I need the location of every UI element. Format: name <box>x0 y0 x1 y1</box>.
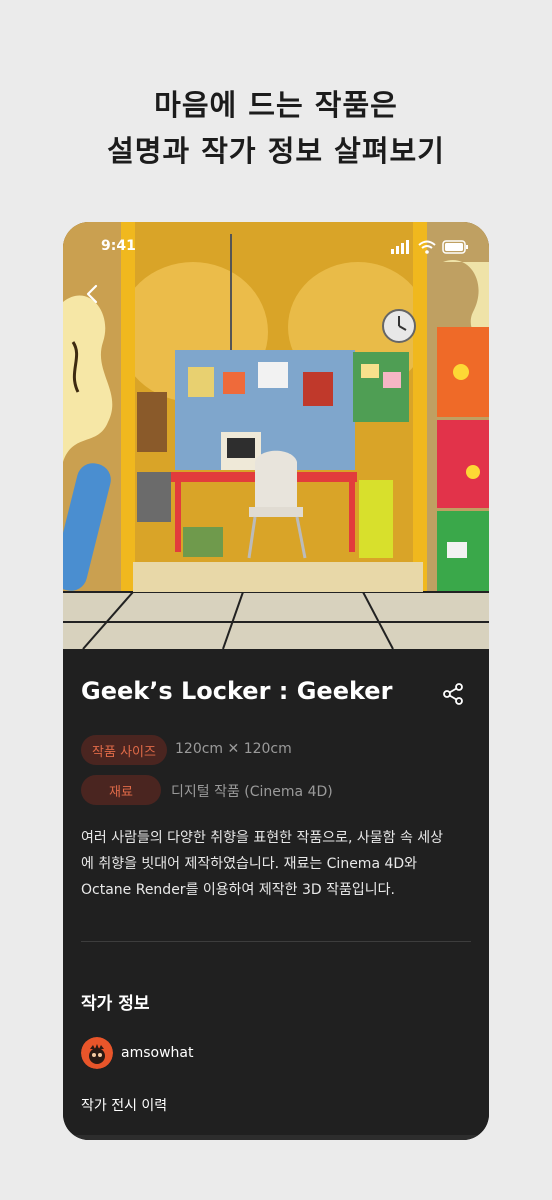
headline-line-1: 마음에 드는 작품은 <box>154 88 398 122</box>
artwork-image: 9:41 <box>63 222 489 649</box>
divider <box>81 941 471 942</box>
back-button[interactable] <box>81 282 105 306</box>
artwork-title: Geek’s Locker : Geeker <box>81 677 393 705</box>
description-line: 에 취향을 빗대어 제작하였습니다. 재료는 Cinema 4D와 <box>81 856 418 872</box>
share-button[interactable] <box>441 682 465 706</box>
signal-icon <box>391 240 409 254</box>
battery-icon <box>442 240 468 254</box>
phone-screen: 9:41 Geek’s Locker: Geeker 작품 사이즈 120cm… <box>63 222 489 1140</box>
material-value: 디지털 작품 (Cinema 4D) <box>171 784 333 800</box>
artwork-description: 여러 사람들의 다양한 취향을 표현한 작품으로, 사물함 속 세상 에 취향을… <box>81 825 473 903</box>
artist-avatar[interactable] <box>81 1037 113 1069</box>
size-value: 120cm ✕ 120cm <box>175 741 292 757</box>
material-chip: 재료 <box>81 775 161 805</box>
artist-section-title: 작가 정보 <box>81 994 150 1014</box>
wifi-icon <box>418 240 436 254</box>
size-chip: 작품 사이즈 <box>81 735 167 765</box>
status-icons <box>391 240 469 254</box>
description-line: Octane Render를 이용하여 제작한 3D 작품입니다. <box>81 882 395 898</box>
artist-name[interactable]: amsowhat <box>121 1045 193 1061</box>
exhibition-history-link[interactable]: 작가 전시 이력 <box>81 1095 167 1115</box>
description-line: 여러 사람들의 다양한 취향을 표현한 작품으로, 사물함 속 세상 <box>81 830 444 846</box>
chevron-left-icon <box>86 284 98 304</box>
status-time: 9:41 <box>101 238 136 254</box>
headline-line-2: 설명과 작가 정보 살펴보기 <box>107 134 445 168</box>
share-icon <box>443 683 463 705</box>
artwork-info-panel: Geek’s Locker : Geeker 작품 사이즈 120cm ✕ 12… <box>63 649 489 1140</box>
list-continuation <box>63 1135 489 1140</box>
